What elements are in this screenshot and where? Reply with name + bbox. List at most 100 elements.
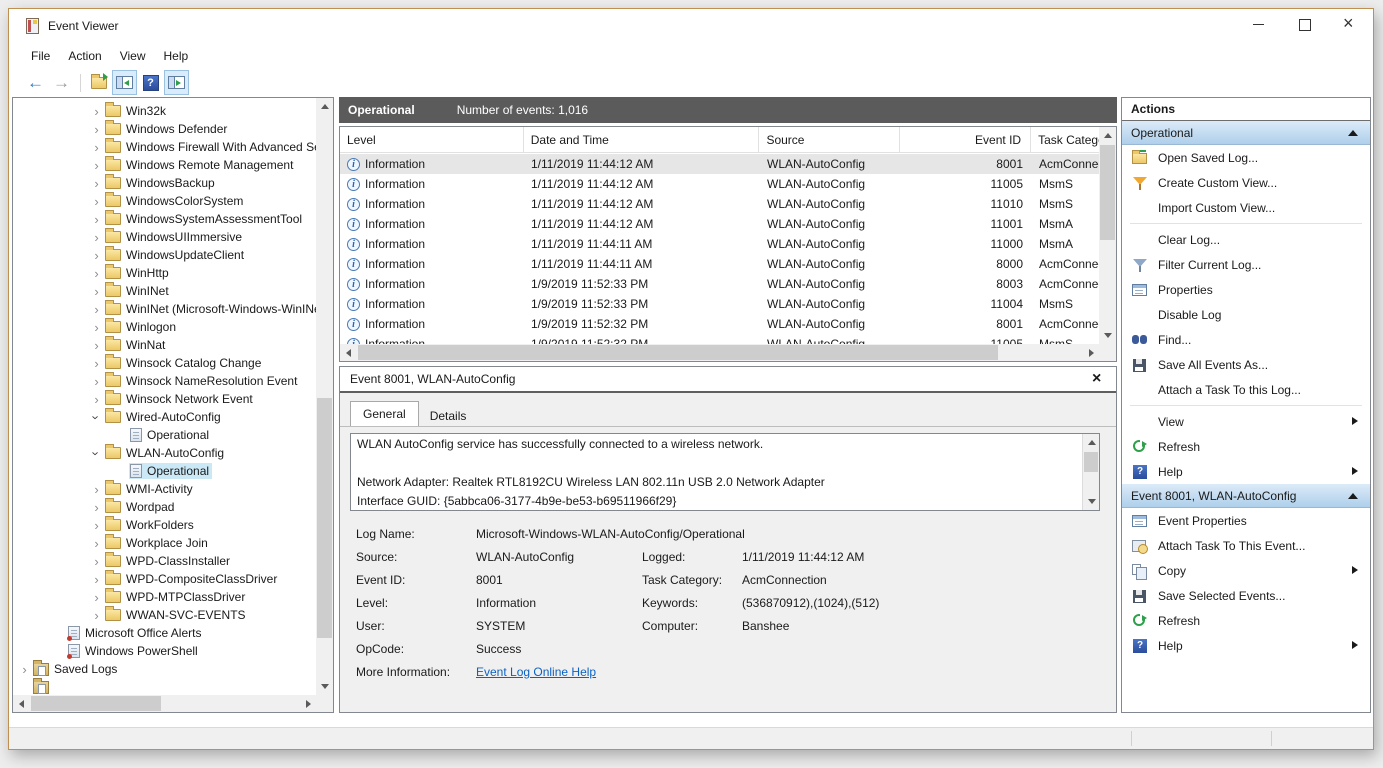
action-properties[interactable]: Properties xyxy=(1122,277,1370,302)
chevron-right-icon[interactable] xyxy=(89,122,104,137)
tree-item[interactable]: Winsock Catalog Change xyxy=(13,354,316,372)
chevron-right-icon[interactable] xyxy=(89,608,104,623)
tree-item[interactable]: Winlogon xyxy=(13,318,316,336)
tree-item[interactable]: Wired-AutoConfig xyxy=(13,408,316,426)
close-detail-icon[interactable] xyxy=(1088,371,1106,389)
chevron-right-icon[interactable] xyxy=(89,140,104,155)
tree-item-partial[interactable] xyxy=(13,678,316,695)
tree-hscroll-thumb[interactable] xyxy=(31,696,161,711)
show-hide-action-pane-button[interactable] xyxy=(164,70,189,95)
tree-item[interactable]: WWAN-SVC-EVENTS xyxy=(13,606,316,624)
chevron-right-icon[interactable] xyxy=(89,266,104,281)
column-header-date[interactable]: Date and Time xyxy=(524,127,760,152)
event-row[interactable]: Information1/11/2019 11:44:12 AMWLAN-Aut… xyxy=(340,174,1099,194)
scroll-left-arrow[interactable] xyxy=(13,695,30,712)
show-hide-console-tree-button[interactable] xyxy=(112,70,137,95)
column-header-event-id[interactable]: Event ID xyxy=(900,127,1031,152)
action-create-custom-view[interactable]: Create Custom View... xyxy=(1122,170,1370,195)
action-event-properties[interactable]: Event Properties xyxy=(1122,508,1370,533)
minimize-button[interactable] xyxy=(1235,9,1281,40)
actions-section-event[interactable]: Event 8001, WLAN-AutoConfig xyxy=(1122,484,1370,508)
event-row[interactable]: Information1/11/2019 11:44:12 AMWLAN-Aut… xyxy=(340,214,1099,234)
tree-vertical-scrollbar[interactable] xyxy=(316,98,333,695)
menu-action[interactable]: Action xyxy=(59,45,110,67)
menu-file[interactable]: File xyxy=(22,45,59,67)
chevron-right-icon[interactable] xyxy=(89,590,104,605)
tab-details[interactable]: Details xyxy=(419,406,478,426)
back-button[interactable] xyxy=(23,70,48,95)
event-row-selected[interactable]: Information1/11/2019 11:44:12 AMWLAN-Aut… xyxy=(340,154,1099,174)
event-row[interactable]: Information1/11/2019 11:44:12 AMWLAN-Aut… xyxy=(340,194,1099,214)
action-filter-current-log[interactable]: Filter Current Log... xyxy=(1122,252,1370,277)
tree-item[interactable]: WPD-CompositeClassDriver xyxy=(13,570,316,588)
tree-item[interactable]: WPD-ClassInstaller xyxy=(13,552,316,570)
tree-item[interactable]: Microsoft Office Alerts xyxy=(13,624,316,642)
scroll-up-arrow[interactable] xyxy=(1083,434,1100,451)
column-header-source[interactable]: Source xyxy=(759,127,900,152)
event-row[interactable]: Information1/9/2019 11:52:33 PMWLAN-Auto… xyxy=(340,274,1099,294)
chevron-down-icon[interactable] xyxy=(89,410,104,425)
action-view[interactable]: View xyxy=(1122,409,1370,434)
tree-item[interactable]: WLAN-AutoConfig xyxy=(13,444,316,462)
action-refresh[interactable]: Refresh xyxy=(1122,434,1370,459)
open-saved-log-button[interactable] xyxy=(86,70,111,95)
tree-item[interactable]: WindowsSystemAssessmentTool xyxy=(13,210,316,228)
tree-item[interactable]: WindowsColorSystem xyxy=(13,192,316,210)
table-hscroll-thumb[interactable] xyxy=(358,345,998,360)
chevron-right-icon[interactable] xyxy=(89,392,104,407)
chevron-right-icon[interactable] xyxy=(89,230,104,245)
tree-vscroll-thumb[interactable] xyxy=(317,398,332,638)
chevron-right-icon[interactable] xyxy=(89,248,104,263)
action-open-saved-log[interactable]: Open Saved Log... xyxy=(1122,145,1370,170)
scroll-right-arrow[interactable] xyxy=(1082,344,1099,361)
column-header-task-category[interactable]: Task Category xyxy=(1031,127,1099,152)
action-save-all-events-as[interactable]: Save All Events As... xyxy=(1122,352,1370,377)
chevron-right-icon[interactable] xyxy=(89,536,104,551)
tree-item[interactable]: Windows Remote Management xyxy=(13,156,316,174)
chevron-right-icon[interactable] xyxy=(89,320,104,335)
chevron-right-icon[interactable] xyxy=(89,284,104,299)
action-clear-log[interactable]: Clear Log... xyxy=(1122,227,1370,252)
tree-horizontal-scrollbar[interactable] xyxy=(13,695,316,712)
action-attach-task-to-log[interactable]: Attach a Task To this Log... xyxy=(1122,377,1370,402)
chevron-right-icon[interactable] xyxy=(89,158,104,173)
chevron-right-icon[interactable] xyxy=(89,374,104,389)
chevron-down-icon[interactable] xyxy=(89,446,104,461)
actions-section-operational[interactable]: Operational xyxy=(1122,121,1370,145)
event-log-online-help-link[interactable]: Event Log Online Help xyxy=(476,665,596,679)
event-row[interactable]: Information1/11/2019 11:44:11 AMWLAN-Aut… xyxy=(340,234,1099,254)
tree-item[interactable]: WindowsUpdateClient xyxy=(13,246,316,264)
table-vscroll-thumb[interactable] xyxy=(1100,145,1115,240)
scroll-down-arrow[interactable] xyxy=(316,678,333,695)
scroll-right-arrow[interactable] xyxy=(299,695,316,712)
event-row[interactable]: Information1/11/2019 11:44:11 AMWLAN-Aut… xyxy=(340,254,1099,274)
action-import-custom-view[interactable]: Import Custom View... xyxy=(1122,195,1370,220)
action-disable-log[interactable]: Disable Log xyxy=(1122,302,1370,327)
chevron-right-icon[interactable] xyxy=(89,212,104,227)
tree-item[interactable]: Windows PowerShell xyxy=(13,642,316,660)
maximize-button[interactable] xyxy=(1281,9,1327,40)
collapse-icon[interactable] xyxy=(1348,493,1358,499)
action-help[interactable]: Help xyxy=(1122,459,1370,484)
scroll-down-arrow[interactable] xyxy=(1083,493,1100,510)
tree-item[interactable]: WinINet xyxy=(13,282,316,300)
help-button[interactable] xyxy=(138,70,163,95)
tree-item[interactable]: WinINet (Microsoft-Windows-WinINet) xyxy=(13,300,316,318)
action-find[interactable]: Find... xyxy=(1122,327,1370,352)
chevron-right-icon[interactable] xyxy=(89,572,104,587)
action-help-event[interactable]: Help xyxy=(1122,633,1370,658)
chevron-right-icon[interactable] xyxy=(89,554,104,569)
chevron-right-icon[interactable] xyxy=(89,482,104,497)
action-refresh-event[interactable]: Refresh xyxy=(1122,608,1370,633)
chevron-right-icon[interactable] xyxy=(89,338,104,353)
chevron-right-icon[interactable] xyxy=(89,518,104,533)
tree-item[interactable]: Winsock Network Event xyxy=(13,390,316,408)
message-scroll-thumb[interactable] xyxy=(1084,452,1098,472)
chevron-right-icon[interactable] xyxy=(89,500,104,515)
menu-help[interactable]: Help xyxy=(155,45,198,67)
message-scrollbar[interactable] xyxy=(1082,434,1099,510)
chevron-right-icon[interactable] xyxy=(89,176,104,191)
action-save-selected-events[interactable]: Save Selected Events... xyxy=(1122,583,1370,608)
tree-item[interactable]: WPD-MTPClassDriver xyxy=(13,588,316,606)
table-vertical-scrollbar[interactable] xyxy=(1099,127,1116,344)
